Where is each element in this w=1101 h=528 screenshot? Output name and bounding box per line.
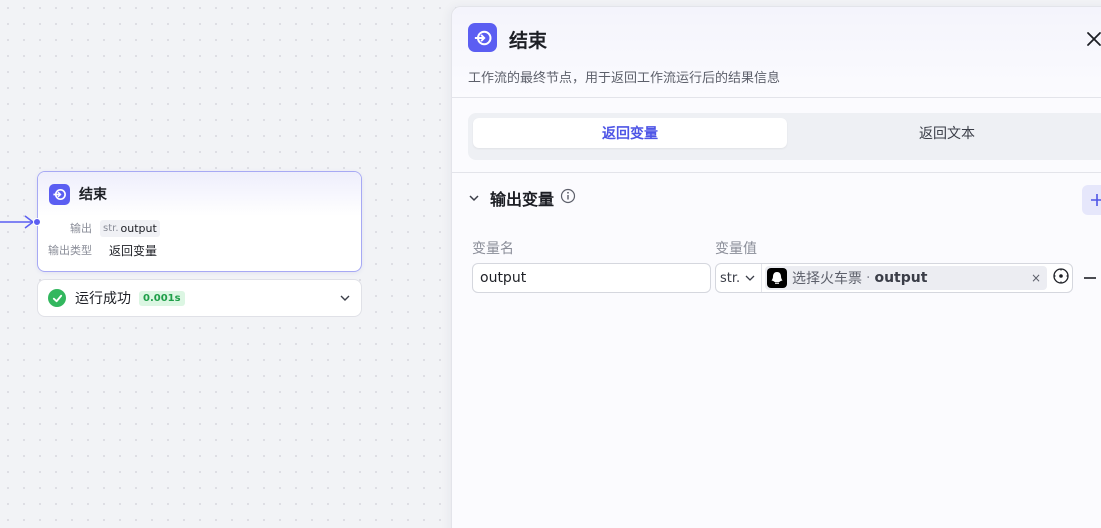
column-variable-value: 变量值	[715, 241, 757, 257]
variable-reference-chip[interactable]: 选择火车票 · output ×	[765, 266, 1047, 290]
reference-source-node: 选择火车票	[792, 271, 862, 287]
node-output-value: output	[120, 221, 157, 235]
variable-type-label: str.	[720, 270, 741, 286]
node-config-panel: 结束 工作流的最终节点，用于返回工作流运行后的结果信息 返回变量 返回文本 输出…	[451, 6, 1101, 528]
end-node-icon	[49, 183, 70, 205]
end-node[interactable]: 结束 输出 str. output 输出类型 返回变量	[37, 171, 362, 272]
info-icon[interactable]	[560, 188, 576, 208]
add-variable-button[interactable]	[1082, 185, 1101, 215]
panel-header: 结束 工作流的最终节点，用于返回工作流运行后的结果信息	[452, 7, 1101, 98]
node-output-row: 输出 str. output	[38, 218, 361, 238]
plugin-avatar-icon	[767, 268, 787, 288]
section-title: 输出变量	[490, 190, 555, 209]
node-output-label: 输出	[70, 222, 92, 235]
return-mode-tabs: 返回变量 返回文本	[468, 113, 1101, 160]
target-select-icon[interactable]	[1052, 267, 1070, 289]
variable-value-field[interactable]: str. 选择火车票 · output ×	[715, 263, 1073, 293]
node-output-tag: str. output	[100, 219, 160, 237]
node-output-type-label: 输出类型	[48, 244, 92, 257]
chevron-down-icon	[744, 269, 756, 288]
run-status-bar[interactable]: 运行成功 0.001s	[37, 279, 362, 317]
clear-reference-icon[interactable]: ×	[1031, 271, 1041, 285]
variable-type-select[interactable]: str.	[716, 264, 762, 292]
panel-title: 结束	[509, 30, 548, 52]
chevron-down-icon[interactable]	[468, 189, 480, 208]
node-input-port[interactable]	[33, 218, 41, 226]
run-duration-badge: 0.001s	[139, 290, 185, 306]
end-node-icon	[468, 23, 497, 52]
check-circle-icon	[48, 289, 66, 307]
tab-return-variable[interactable]: 返回变量	[473, 118, 787, 148]
node-output-type-value: 返回变量	[109, 243, 158, 258]
remove-variable-icon[interactable]	[1083, 267, 1099, 289]
reference-separator: ·	[866, 270, 871, 286]
node-output-type-row: 输出类型 返回变量	[38, 240, 361, 260]
connection-edge	[0, 215, 35, 229]
tab-return-text[interactable]: 返回文本	[787, 118, 1101, 148]
node-title: 结束	[79, 187, 107, 203]
node-header: 结束	[38, 172, 361, 216]
run-status-text: 运行成功	[75, 291, 131, 307]
node-output-type: str.	[103, 222, 119, 234]
reference-variable: output	[874, 270, 928, 286]
panel-description: 工作流的最终节点，用于返回工作流运行后的结果信息	[468, 71, 781, 86]
column-variable-name: 变量名	[472, 241, 514, 257]
section-divider	[452, 172, 1101, 173]
output-variables-header[interactable]: 输出变量	[468, 185, 576, 211]
variable-name-input[interactable]	[472, 263, 711, 293]
close-icon[interactable]	[1084, 29, 1101, 49]
chevron-down-icon[interactable]	[339, 289, 351, 308]
